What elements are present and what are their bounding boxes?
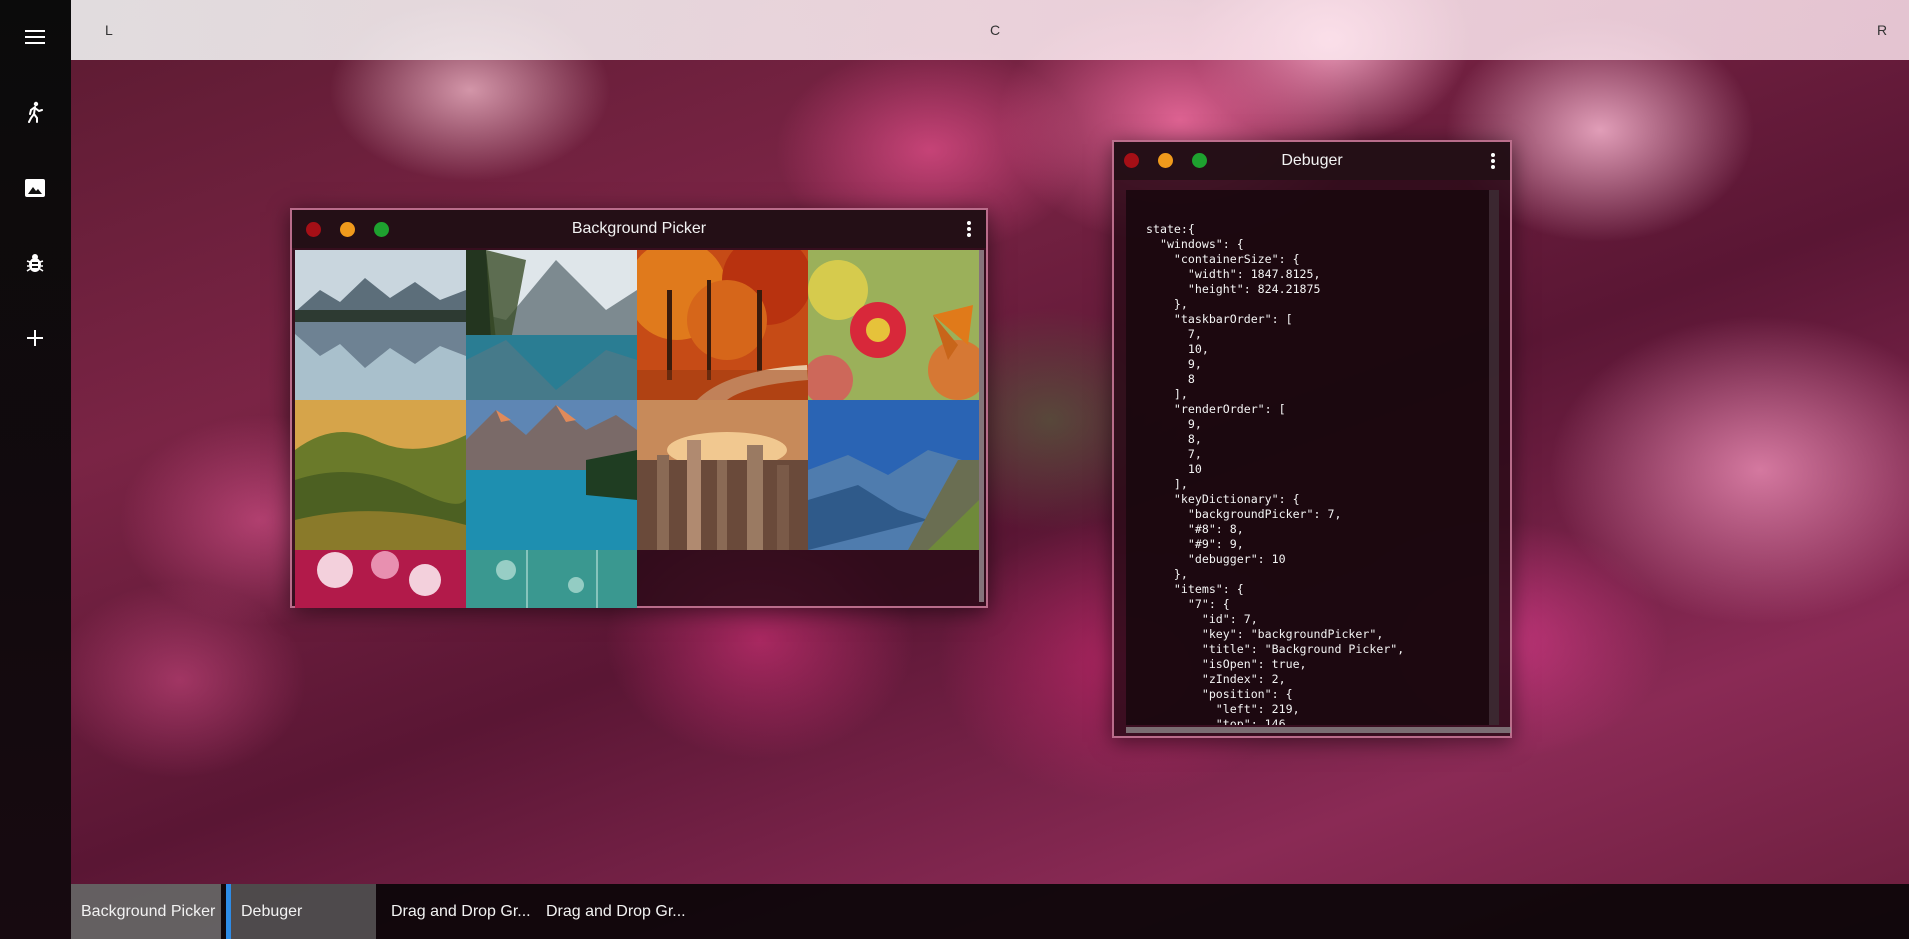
taskbar: Background Picker Debuger Drag and Drop … [71, 884, 1909, 939]
debugger-window: Debuger state:{ "windows": { "containerS… [1112, 140, 1512, 738]
thumbnail[interactable] [637, 250, 808, 400]
maximize-button[interactable] [1192, 153, 1207, 168]
add-button[interactable] [13, 316, 57, 360]
scrollbar[interactable] [979, 250, 984, 602]
taskbar-item-label: Drag and Drop Gr... [391, 902, 531, 920]
vertical-scrollbar[interactable] [1489, 190, 1499, 725]
debugger-titlebar[interactable]: Debuger [1114, 142, 1510, 180]
thumbnail[interactable] [295, 250, 466, 400]
background-picker-window: Background Picker [290, 208, 988, 608]
image-button[interactable] [13, 166, 57, 210]
window-menu-button[interactable] [962, 219, 976, 239]
close-button[interactable] [1124, 153, 1139, 168]
thumbnail[interactable] [466, 400, 637, 550]
sidebar [0, 0, 71, 939]
thumbnail[interactable] [466, 550, 637, 608]
minimize-button[interactable] [1158, 153, 1173, 168]
thumbnail[interactable] [466, 250, 637, 400]
topbar-center[interactable]: C [990, 22, 1000, 38]
thumbnail-grid [295, 250, 979, 608]
window-title: Background Picker [571, 220, 707, 237]
horizontal-scrollbar[interactable] [1126, 727, 1511, 733]
window-menu-button[interactable] [1486, 151, 1500, 171]
bug-icon [26, 254, 44, 272]
walk-icon [28, 101, 43, 123]
taskbar-item[interactable]: Background Picker [71, 884, 221, 939]
thumbnail[interactable] [637, 400, 808, 550]
thumbnail[interactable] [808, 400, 979, 550]
top-bar: L C R [71, 0, 1909, 60]
taskbar-item[interactable]: Drag and Drop Gr... [391, 884, 541, 939]
close-button[interactable] [306, 222, 321, 237]
debug-button[interactable] [13, 241, 57, 285]
taskbar-item-active[interactable]: Debuger [226, 884, 376, 939]
more-vertical-icon [1491, 153, 1495, 169]
menu-button[interactable] [13, 15, 57, 59]
topbar-right[interactable]: R [1877, 22, 1887, 38]
thumbnail[interactable] [295, 400, 466, 550]
taskbar-item-label: Background Picker [81, 902, 216, 920]
thumbnail[interactable] [295, 550, 466, 608]
debugger-content[interactable]: state:{ "windows": { "containerSize": { … [1126, 190, 1499, 725]
minimize-button[interactable] [340, 222, 355, 237]
plus-icon [27, 330, 43, 346]
taskbar-item[interactable]: Drag and Drop Gr... [546, 884, 696, 939]
image-icon [25, 179, 45, 197]
topbar-left[interactable]: L [105, 22, 113, 38]
maximize-button[interactable] [374, 222, 389, 237]
window-title: Debuger [1281, 152, 1343, 169]
state-json: state:{ "windows": { "containerSize": { … [1146, 222, 1405, 725]
taskbar-item-label: Debuger [241, 902, 303, 920]
walk-button[interactable] [13, 90, 57, 134]
background-picker-titlebar[interactable]: Background Picker [292, 210, 986, 248]
taskbar-item-label: Drag and Drop Gr... [546, 902, 686, 920]
thumbnail[interactable] [808, 250, 979, 400]
more-vertical-icon [967, 221, 971, 237]
menu-icon [25, 30, 45, 44]
